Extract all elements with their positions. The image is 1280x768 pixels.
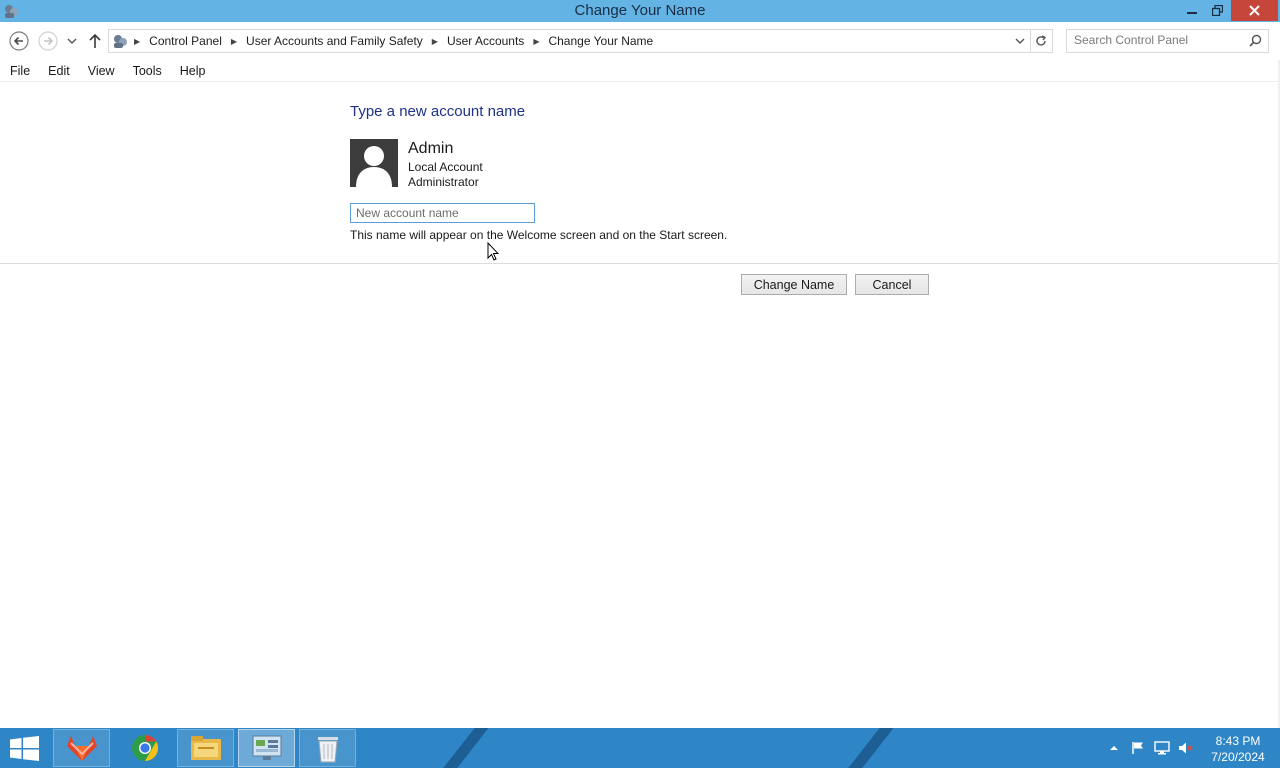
menu-file[interactable]: File — [0, 64, 38, 78]
minimize-button[interactable] — [1180, 0, 1204, 20]
search-icon[interactable] — [1249, 34, 1262, 47]
chevron-right-icon[interactable]: ▶ — [134, 37, 140, 46]
network-icon[interactable] — [1154, 740, 1170, 756]
taskbar-chrome-icon[interactable] — [116, 729, 173, 767]
close-button[interactable] — [1231, 0, 1278, 21]
back-button[interactable] — [9, 31, 29, 51]
up-arrow-icon[interactable] — [87, 32, 103, 50]
breadcrumb: ▶ Control Panel ▶ User Accounts and Fami… — [134, 34, 653, 48]
action-center-flag-icon[interactable] — [1130, 740, 1146, 756]
search-input[interactable] — [1067, 30, 1244, 50]
taskbar-wallpaper-stripe — [832, 728, 902, 768]
menu-edit[interactable]: Edit — [38, 64, 78, 78]
divider — [0, 263, 1278, 264]
cancel-button[interactable]: Cancel — [855, 274, 929, 295]
taskbar-control-panel-icon[interactable] — [238, 729, 295, 767]
refresh-button[interactable] — [1030, 29, 1053, 53]
address-bar[interactable]: ▶ Control Panel ▶ User Accounts and Fami… — [108, 29, 1031, 53]
taskbar-wallpaper-stripe — [427, 728, 497, 768]
menu-help[interactable]: Help — [170, 64, 214, 78]
clock-date: 7/20/2024 — [1211, 750, 1265, 764]
system-clock[interactable]: 8:43 PM 7/20/2024 — [1206, 733, 1270, 765]
menu-view[interactable]: View — [78, 64, 123, 78]
search-box[interactable] — [1066, 29, 1269, 53]
menu-tools[interactable]: Tools — [123, 64, 170, 78]
mouse-cursor-icon — [487, 241, 500, 262]
speaker-muted-icon[interactable] — [1178, 740, 1194, 756]
clock-time: 8:43 PM — [1215, 734, 1261, 748]
navigation-bar: ▶ Control Panel ▶ User Accounts and Fami… — [0, 22, 1280, 60]
taskbar-file-explorer-icon[interactable] — [177, 729, 234, 767]
taskbar-recycle-bin-icon[interactable] — [299, 729, 356, 767]
user-avatar-icon — [350, 139, 398, 187]
chevron-right-icon[interactable]: ▶ — [231, 37, 237, 46]
chevron-right-icon[interactable]: ▶ — [432, 37, 438, 46]
taskbar-gitlab-icon[interactable] — [53, 729, 110, 767]
menu-bar: File Edit View Tools Help — [0, 60, 1280, 82]
show-hidden-icons-chevron-icon[interactable] — [1106, 740, 1122, 756]
forward-button[interactable] — [38, 31, 58, 51]
breadcrumb-control-panel[interactable]: Control Panel — [149, 34, 222, 48]
new-account-name-input[interactable] — [350, 203, 535, 223]
recent-locations-dropdown[interactable] — [66, 36, 78, 46]
restore-button[interactable] — [1205, 0, 1229, 20]
title-bar: Change Your Name — [0, 0, 1280, 22]
control-panel-icon — [112, 33, 128, 49]
window-title: Change Your Name — [574, 2, 706, 19]
page-title: Type a new account name — [350, 103, 526, 120]
breadcrumb-user-accounts[interactable]: User Accounts — [447, 34, 524, 48]
account-name: Admin — [408, 140, 454, 157]
chevron-right-icon[interactable]: ▶ — [533, 37, 539, 46]
chevron-down-icon[interactable] — [1014, 35, 1026, 47]
hint-text: This name will appear on the Welcome scr… — [350, 228, 728, 242]
windows-start-icon[interactable] — [10, 736, 39, 761]
breadcrumb-change-your-name[interactable]: Change Your Name — [548, 34, 653, 48]
change-name-button[interactable]: Change Name — [741, 274, 847, 295]
breadcrumb-user-accounts-family-safety[interactable]: User Accounts and Family Safety — [246, 34, 423, 48]
account-type: Local Account — [408, 160, 483, 174]
taskbar: 8:43 PM 7/20/2024 — [0, 728, 1280, 768]
account-role: Administrator — [408, 175, 479, 189]
